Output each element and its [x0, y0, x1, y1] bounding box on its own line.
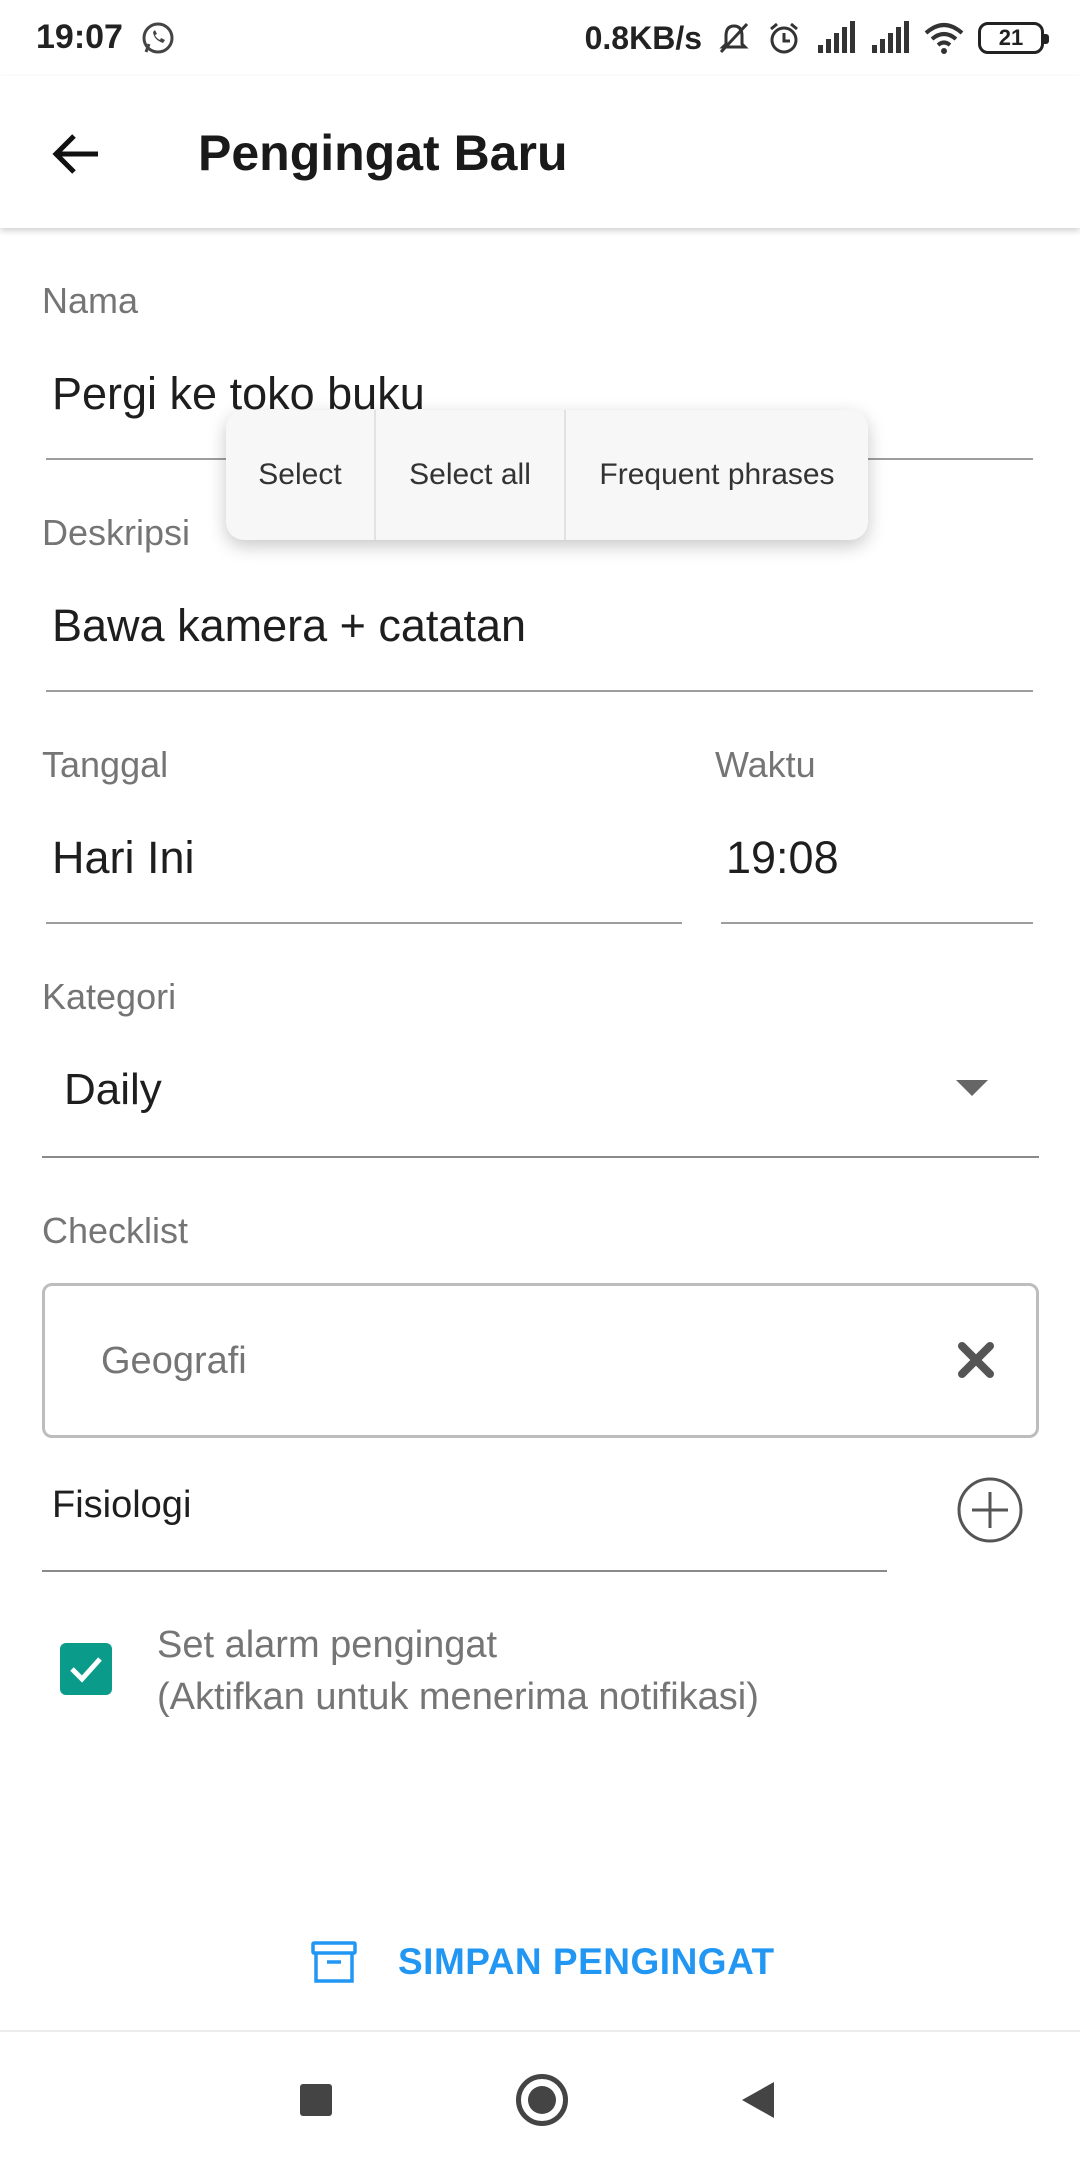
date-label: Tanggal	[42, 744, 169, 785]
time-underline	[721, 922, 1033, 924]
page-title: Pengingat Baru	[198, 125, 568, 181]
category-dropdown[interactable]: Daily	[64, 1065, 162, 1115]
description-label: Deskripsi	[42, 512, 191, 553]
menu-item-frequent-phrases[interactable]: Frequent phrases	[566, 410, 868, 540]
checklist-item: Geografi	[42, 1283, 1039, 1438]
check-icon	[70, 1657, 102, 1683]
arrow-back-icon	[52, 134, 98, 174]
time-label: Waktu	[715, 744, 816, 785]
alarm-hint: (Aktifkan untuk menerima notifikasi)	[157, 1676, 759, 1718]
mute-icon	[719, 22, 749, 54]
description-underline	[46, 690, 1033, 692]
date-input[interactable]: Hari Ini	[52, 832, 195, 884]
category-label: Kategori	[42, 976, 177, 1017]
date-underline	[46, 922, 682, 924]
description-input[interactable]: Bawa kamera + catatan	[52, 600, 526, 652]
save-button-label: SIMPAN PENGINGAT	[398, 1941, 775, 1982]
status-icons: 0.8KB/s 21	[584, 16, 1049, 60]
navigation-bar	[0, 2030, 1080, 2160]
alarm-icon	[770, 22, 798, 54]
signal-icon	[872, 21, 909, 53]
add-circle-icon[interactable]	[956, 1476, 1024, 1544]
app-bar: Pengingat Baru	[0, 76, 1080, 228]
save-button[interactable]: SIMPAN PENGINGAT	[310, 1932, 775, 1992]
archive-icon	[311, 1941, 357, 1983]
back-button[interactable]	[40, 118, 112, 190]
new-checklist-input[interactable]: Fisiologi	[52, 1484, 191, 1527]
time-input[interactable]: 19:08	[726, 832, 839, 884]
signal-icon	[818, 21, 855, 53]
battery-level: 21	[998, 25, 1024, 50]
dropdown-arrow-icon[interactable]	[956, 1080, 988, 1096]
status-bar: 19:07 0.8KB/s 21	[0, 0, 1080, 76]
category-underline	[42, 1156, 1039, 1158]
menu-item-select-all[interactable]: Select all	[376, 410, 566, 540]
checklist-label: Checklist	[42, 1210, 189, 1251]
name-label: Nama	[42, 280, 139, 321]
status-time: 19:07	[36, 18, 123, 56]
alarm-label: Set alarm pengingat	[157, 1624, 498, 1666]
checklist-item-text[interactable]: Geografi	[101, 1340, 247, 1383]
whatsapp-icon	[142, 22, 174, 54]
close-icon[interactable]	[952, 1336, 1000, 1384]
network-speed: 0.8KB/s	[584, 19, 702, 56]
home-button[interactable]	[516, 2074, 568, 2126]
text-selection-menu: Select Select all Frequent phrases	[226, 410, 868, 540]
recent-apps-button[interactable]	[300, 2084, 332, 2116]
battery-icon: 21	[978, 22, 1049, 54]
alarm-checkbox[interactable]	[60, 1643, 112, 1695]
new-checklist-underline	[42, 1570, 887, 1572]
menu-item-select[interactable]: Select	[226, 410, 376, 540]
nav-back-button[interactable]	[742, 2082, 774, 2118]
wifi-icon	[924, 23, 964, 54]
